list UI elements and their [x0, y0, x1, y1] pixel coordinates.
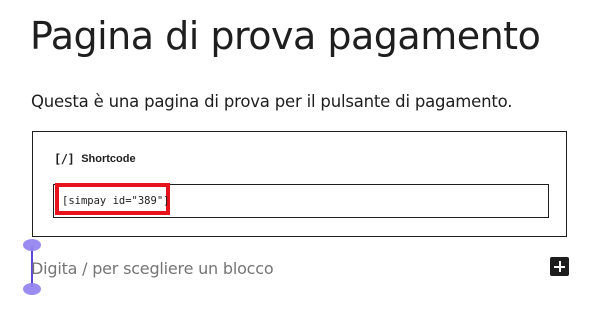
- selection-handle-bottom[interactable]: [23, 283, 41, 295]
- add-block-button[interactable]: [550, 257, 569, 276]
- paragraph-block[interactable]: Questa è una pagina di prova per il puls…: [31, 92, 512, 111]
- selection-handle-top[interactable]: [23, 239, 41, 251]
- plus-icon: [554, 261, 565, 272]
- page-title[interactable]: Pagina di prova pagamento: [30, 14, 541, 58]
- shortcode-block[interactable]: [/] Shortcode [simpay id="389"]: [32, 131, 567, 237]
- shortcode-value[interactable]: [simpay id="389"]: [62, 185, 169, 217]
- shortcode-block-label: Shortcode: [81, 153, 136, 165]
- block-appender-placeholder[interactable]: Digita / per scegliere un blocco: [31, 259, 274, 278]
- shortcode-input[interactable]: [simpay id="389"]: [53, 183, 549, 218]
- shortcode-block-header: [/] Shortcode: [54, 152, 136, 166]
- shortcode-icon: [/]: [54, 152, 75, 166]
